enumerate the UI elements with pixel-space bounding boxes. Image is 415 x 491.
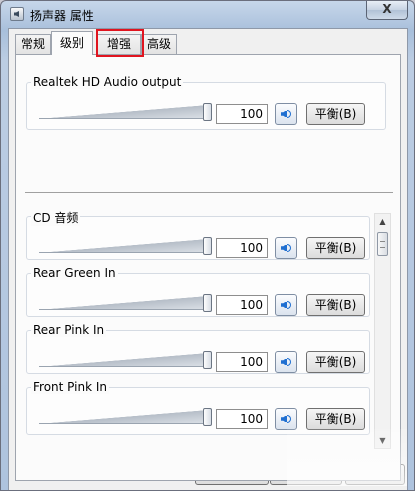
input-level-field[interactable]: 100 <box>216 295 268 315</box>
input-balance-button[interactable]: 平衡(B) <box>306 351 365 373</box>
output-volume-slider[interactable] <box>39 105 210 119</box>
input-level-field[interactable]: 100 <box>216 238 268 258</box>
input-balance-button[interactable]: 平衡(B) <box>306 237 365 259</box>
list-item: CD 音频 100 平衡(B) <box>26 209 370 260</box>
window-title: 扬声器 属性 <box>30 9 94 23</box>
input-volume-thumb[interactable] <box>203 294 212 312</box>
title-bar[interactable]: 扬声器 属性 X <box>1 1 414 27</box>
input-mute-button[interactable] <box>275 351 297 373</box>
input-source-label: CD 音频 <box>31 209 81 226</box>
speaker-window-icon <box>10 7 24 21</box>
tab-general[interactable]: 常规 <box>15 34 51 54</box>
input-mute-button[interactable] <box>275 408 297 430</box>
speaker-icon <box>281 357 291 367</box>
input-source-label: Rear Green In <box>31 266 118 280</box>
scroll-down-icon[interactable]: ▼ <box>375 433 390 448</box>
dialog-body: 常规 级别 增强 高级 Realtek HD Audio output 100 … <box>8 28 408 490</box>
speaker-icon <box>281 300 291 310</box>
output-level-group: Realtek HD Audio output 100 平衡(B) <box>26 75 386 130</box>
output-balance-button[interactable]: 平衡(B) <box>306 103 365 125</box>
input-balance-button[interactable]: 平衡(B) <box>306 408 365 430</box>
input-mute-button[interactable] <box>275 294 297 316</box>
list-item: Rear Pink In 100 平衡(B) <box>26 323 370 374</box>
input-balance-button[interactable]: 平衡(B) <box>306 294 365 316</box>
levels-panel: Realtek HD Audio output 100 平衡(B) CD 音频 … <box>15 54 401 481</box>
scrollbar-thumb[interactable] <box>377 232 388 256</box>
properties-window: 扬声器 属性 X 常规 级别 增强 高级 Realtek HD Audio ou… <box>0 0 415 491</box>
output-device-label: Realtek HD Audio output <box>31 75 184 89</box>
input-volume-thumb[interactable] <box>203 237 212 255</box>
scroll-up-icon[interactable]: ▲ <box>375 214 390 229</box>
input-volume-thumb[interactable] <box>203 408 212 426</box>
list-item: Rear Green In 100 平衡(B) <box>26 266 370 317</box>
tab-levels[interactable]: 级别 <box>51 31 93 55</box>
speaker-icon <box>281 243 291 253</box>
vertical-scrollbar[interactable]: ▲ ▼ <box>374 213 391 449</box>
input-volume-slider[interactable] <box>39 239 210 253</box>
input-source-label: Rear Pink In <box>31 323 107 337</box>
close-button[interactable]: X <box>366 1 408 20</box>
tab-advanced[interactable]: 高级 <box>141 34 177 54</box>
output-level-field[interactable]: 100 <box>216 104 268 124</box>
input-source-label: Front Pink In <box>31 380 109 394</box>
input-volume-slider[interactable] <box>39 296 210 310</box>
output-volume-thumb[interactable] <box>203 103 212 121</box>
input-volume-thumb[interactable] <box>203 351 212 369</box>
tab-enhancements[interactable]: 增强 <box>97 34 141 54</box>
list-item: Front Pink In 100 平衡(B) <box>26 380 370 435</box>
speaker-icon <box>281 414 291 424</box>
input-level-field[interactable]: 100 <box>216 352 268 372</box>
input-levels-list: CD 音频 100 平衡(B) Rear Green In 100 平衡(B) <box>17 205 400 480</box>
section-divider <box>25 192 393 193</box>
output-mute-button[interactable] <box>275 103 297 125</box>
input-mute-button[interactable] <box>275 237 297 259</box>
speaker-icon <box>281 109 291 119</box>
input-volume-slider[interactable] <box>39 410 210 424</box>
input-volume-slider[interactable] <box>39 353 210 367</box>
input-level-field[interactable]: 100 <box>216 409 268 429</box>
